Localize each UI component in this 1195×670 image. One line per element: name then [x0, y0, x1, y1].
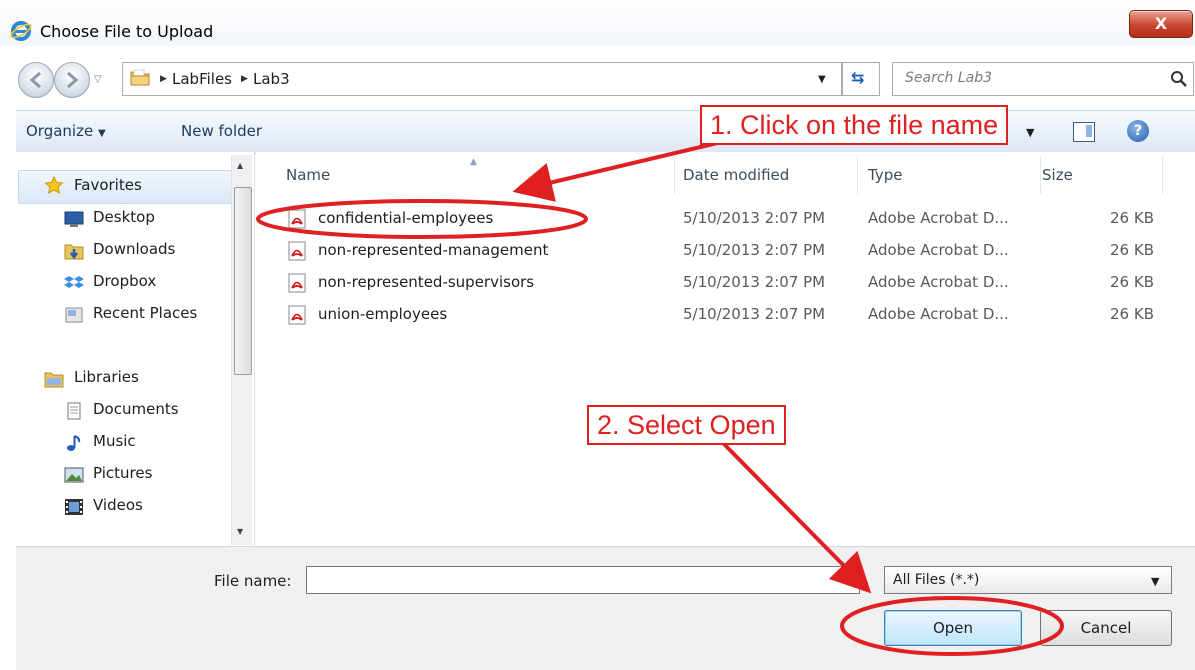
file-name[interactable]: confidential-employees	[318, 209, 493, 227]
file-size: 26 KB	[1110, 305, 1154, 323]
chevron-down-icon: ▼	[1151, 575, 1160, 588]
organize-label: Organize	[26, 122, 94, 140]
nav-item-music[interactable]: Music	[93, 432, 136, 450]
file-type-filter-select[interactable]: All Files (*.*) ▼	[884, 566, 1172, 594]
downloads-folder-icon	[64, 244, 84, 260]
navigation-scrollbar[interactable]: ▲ ▼	[231, 155, 252, 545]
column-header-size[interactable]: Size	[1042, 166, 1073, 184]
breadcrumb-labfiles[interactable]: LabFiles	[172, 70, 232, 88]
file-size: 26 KB	[1110, 273, 1154, 291]
libraries-icon	[44, 372, 64, 388]
close-icon: X	[1154, 14, 1168, 33]
refresh-button[interactable]: ⇆	[842, 62, 880, 96]
recent-places-icon	[65, 307, 83, 323]
file-row[interactable]: non-represented-management 5/10/2013 2:0…	[256, 235, 1166, 267]
folder-icon	[130, 69, 150, 86]
file-name[interactable]: non-represented-management	[318, 241, 548, 259]
forward-button[interactable]	[54, 62, 90, 98]
recent-locations-dropdown-icon[interactable]: ▽	[94, 74, 102, 85]
annotation-step-2: 2. Select Open	[587, 405, 786, 445]
scroll-up-icon[interactable]: ▲	[237, 161, 243, 170]
column-divider[interactable]	[1040, 156, 1041, 194]
address-dropdown-icon[interactable]: ▼	[818, 74, 826, 85]
file-name-dropdown-icon[interactable]: ▼	[850, 576, 858, 587]
file-row[interactable]: confidential-employees 5/10/2013 2:07 PM…	[256, 203, 1166, 235]
close-button[interactable]: X	[1129, 10, 1193, 38]
back-arrow-icon	[29, 71, 41, 89]
file-row[interactable]: non-represented-supervisors 5/10/2013 2:…	[256, 267, 1166, 299]
forward-arrow-icon	[67, 71, 79, 89]
column-header-type[interactable]: Type	[868, 166, 902, 184]
desktop-icon	[64, 211, 84, 227]
file-type: Adobe Acrobat D...	[868, 273, 1009, 291]
file-type: Adobe Acrobat D...	[868, 305, 1009, 323]
breadcrumb-separator-icon[interactable]: ▶	[160, 74, 167, 84]
file-row[interactable]: union-employees 5/10/2013 2:07 PM Adobe …	[256, 299, 1166, 331]
file-name[interactable]: non-represented-supervisors	[318, 273, 534, 291]
search-input[interactable]: Search Lab3	[892, 62, 1194, 96]
scrollbar-thumb[interactable]	[234, 187, 252, 375]
file-date: 5/10/2013 2:07 PM	[683, 241, 826, 259]
nav-favorites[interactable]: Favorites	[74, 176, 142, 194]
music-icon	[67, 435, 81, 451]
pdf-file-icon	[288, 305, 306, 325]
nav-item-pictures[interactable]: Pictures	[93, 464, 152, 482]
nav-item-documents[interactable]: Documents	[93, 400, 179, 418]
window-title: Choose File to Upload	[40, 22, 214, 41]
pdf-file-icon	[288, 241, 306, 261]
file-date: 5/10/2013 2:07 PM	[683, 273, 826, 291]
nav-libraries[interactable]: Libraries	[74, 368, 139, 386]
column-divider[interactable]	[674, 156, 675, 194]
documents-icon	[67, 402, 81, 420]
organize-menu[interactable]: Organize ▼	[26, 122, 106, 140]
breadcrumb-lab3[interactable]: Lab3	[253, 70, 290, 88]
file-type: Adobe Acrobat D...	[868, 241, 1009, 259]
internet-explorer-icon	[10, 21, 32, 41]
breadcrumb-separator-icon[interactable]: ▶	[241, 74, 248, 84]
new-folder-button[interactable]: New folder	[181, 122, 262, 140]
column-divider[interactable]	[857, 156, 858, 194]
column-divider[interactable]	[1162, 156, 1163, 194]
dropbox-icon	[64, 276, 84, 288]
file-date: 5/10/2013 2:07 PM	[683, 305, 826, 323]
preview-pane-icon[interactable]	[1073, 122, 1095, 142]
nav-item-recent-places[interactable]: Recent Places	[93, 304, 197, 322]
back-button[interactable]	[18, 62, 54, 98]
column-header-name[interactable]: Name	[286, 166, 330, 184]
videos-icon	[65, 499, 83, 515]
annotation-step-1: 1. Click on the file name	[700, 105, 1009, 145]
file-type-filter-value: All Files (*.*)	[893, 572, 980, 588]
file-type: Adobe Acrobat D...	[868, 209, 1009, 227]
pdf-file-icon	[288, 209, 306, 229]
sort-ascending-icon: ▲	[470, 157, 477, 167]
star-icon	[44, 176, 64, 194]
pictures-icon	[64, 467, 84, 483]
file-date: 5/10/2013 2:07 PM	[683, 209, 826, 227]
nav-item-downloads[interactable]: Downloads	[93, 240, 175, 258]
pdf-file-icon	[288, 273, 306, 293]
file-name-input[interactable]	[306, 566, 860, 594]
scroll-down-icon[interactable]: ▼	[237, 527, 243, 536]
column-header-date-modified[interactable]: Date modified	[683, 166, 789, 184]
chevron-down-icon: ▼	[97, 128, 106, 139]
open-button[interactable]: Open	[884, 610, 1022, 646]
cancel-button[interactable]: Cancel	[1040, 610, 1172, 646]
file-size: 26 KB	[1110, 241, 1154, 259]
search-placeholder: Search Lab3	[905, 70, 993, 86]
nav-item-videos[interactable]: Videos	[93, 496, 143, 514]
refresh-icon: ⇆	[851, 68, 865, 87]
nav-item-dropbox[interactable]: Dropbox	[93, 272, 156, 290]
nav-item-desktop[interactable]: Desktop	[93, 208, 155, 226]
help-icon[interactable]: ?	[1127, 120, 1149, 142]
file-size: 26 KB	[1110, 209, 1154, 227]
view-options-dropdown-icon[interactable]: ▼	[1026, 126, 1034, 139]
search-icon[interactable]	[1170, 70, 1188, 88]
file-name-label: File name:	[214, 572, 292, 590]
dialog-footer	[16, 546, 1195, 670]
file-name[interactable]: union-employees	[318, 305, 447, 323]
